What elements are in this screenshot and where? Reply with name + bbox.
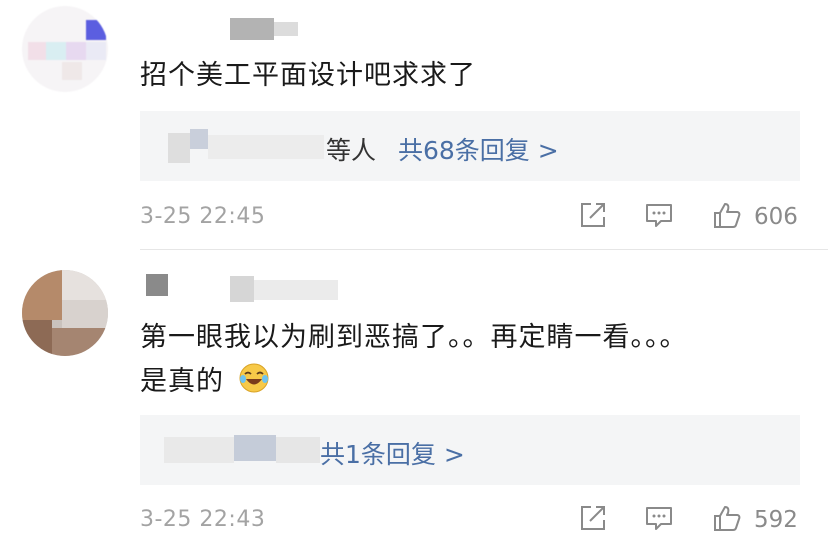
timestamp: 3-25 22:45: [140, 204, 266, 229]
reply-suffix: 等人: [326, 136, 377, 165]
reply-names-blurred: [164, 415, 320, 485]
share-icon[interactable]: [578, 200, 608, 230]
comment-item: 招个美工平面设计吧求求了 等人 共68条回复 > 3-25 22:45 606: [0, 0, 828, 250]
comment-item: 第一眼我以为刷到恶搞了。。再定睛一看。。。 是真的 共1条回复 > 3-25 2…: [0, 250, 828, 560]
comment-text: 第一眼我以为刷到恶搞了。。再定睛一看。。。 是真的: [140, 316, 800, 404]
like-icon[interactable]: [712, 200, 742, 230]
like-count: 592: [754, 507, 798, 533]
username-blurred[interactable]: [140, 18, 300, 48]
username-blurred[interactable]: [140, 272, 340, 302]
reply-names-blurred: [164, 111, 324, 181]
view-replies-link[interactable]: 共68条回复 >: [398, 131, 559, 167]
view-replies-link[interactable]: 共1条回复 >: [320, 435, 465, 471]
comment-icon[interactable]: [644, 503, 674, 533]
avatar[interactable]: [22, 6, 108, 92]
comment-text-line2: 是真的: [140, 360, 800, 404]
avatar[interactable]: [22, 270, 108, 356]
like-icon[interactable]: [712, 503, 742, 533]
reply-preview[interactable]: 共1条回复 >: [140, 415, 800, 485]
comment-text-line2-text: 是真的: [140, 366, 224, 397]
comment-icon[interactable]: [644, 200, 674, 230]
like-count: 606: [754, 204, 798, 230]
laugh-cry-emoji-icon: [239, 363, 269, 393]
timestamp: 3-25 22:43: [140, 507, 266, 532]
comment-text-line1: 第一眼我以为刷到恶搞了。。再定睛一看。。。: [140, 322, 688, 353]
share-icon[interactable]: [578, 503, 608, 533]
comment-meta: 3-25 22:45 606: [140, 200, 800, 236]
reply-preview[interactable]: 等人 共68条回复 >: [140, 111, 800, 181]
comment-text: 招个美工平面设计吧求求了: [140, 60, 476, 91]
comment-meta: 3-25 22:43 592: [140, 503, 800, 539]
